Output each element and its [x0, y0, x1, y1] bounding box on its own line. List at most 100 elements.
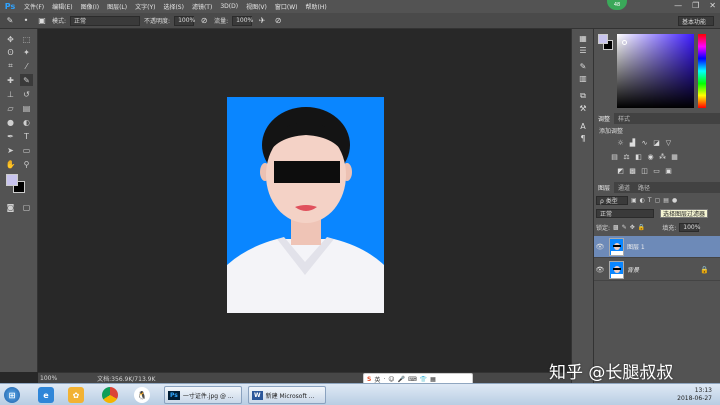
hue-slider[interactable] — [698, 34, 706, 108]
zoom-level[interactable]: 100% — [40, 375, 57, 382]
type-tool-icon[interactable]: T — [20, 130, 33, 142]
workspace-select[interactable]: 基本功能 — [678, 16, 714, 26]
healing-brush-tool-icon[interactable]: ✚ — [4, 74, 17, 86]
curves-icon[interactable]: ∿ — [640, 139, 649, 147]
mode-select[interactable]: 正常 — [70, 15, 141, 26]
lock-pixels-icon[interactable]: ✎ — [622, 224, 627, 231]
eyedropper-tool-icon[interactable]: ⁄ — [20, 60, 33, 72]
skin-icon[interactable]: 👕 — [420, 376, 427, 383]
qq-icon[interactable]: 🐧 — [134, 387, 150, 403]
properties-panel-icon[interactable]: ☰ — [577, 45, 589, 55]
menu-3d[interactable]: 3D(D) — [216, 3, 242, 10]
vibrance-icon[interactable]: ▽ — [664, 139, 673, 147]
move-tool-icon[interactable]: ✥ — [4, 33, 17, 45]
start-button-icon[interactable]: ⊞ — [4, 387, 20, 403]
brush-tool-preset-icon[interactable]: ✎ — [4, 15, 16, 27]
lock-position-icon[interactable]: ✥ — [630, 224, 635, 231]
shape-filter-icon[interactable]: ▢ — [655, 197, 661, 204]
pixel-filter-icon[interactable]: ▣ — [631, 197, 637, 204]
color-saturation-field[interactable] — [617, 34, 694, 108]
threshold-icon[interactable]: ◫ — [640, 167, 649, 175]
pen-tool-icon[interactable]: ✒ — [4, 130, 17, 142]
tab-styles[interactable]: 样式 — [614, 113, 634, 124]
history-panel-icon[interactable]: ▦ — [577, 33, 589, 43]
levels-icon[interactable]: ▟ — [628, 139, 637, 147]
smart-object-filter-icon[interactable]: ▤ — [663, 197, 669, 204]
adjustment-filter-icon[interactable]: ◐ — [640, 197, 645, 204]
task-photoshop[interactable]: Ps 一寸证件.jpg @ ... — [164, 386, 242, 404]
minimize-icon[interactable]: — — [674, 1, 682, 10]
task-word[interactable]: W 新建 Microsoft ... — [248, 386, 326, 404]
shape-tool-icon[interactable]: ▭ — [20, 144, 33, 156]
keyboard-icon[interactable]: ⌨ — [408, 376, 417, 383]
paragraph-panel-icon[interactable]: ¶ — [577, 133, 589, 143]
channel-mixer-icon[interactable]: ⁂ — [658, 153, 667, 161]
crop-tool-icon[interactable]: ⌗ — [4, 60, 17, 72]
pressure-size-icon[interactable]: ⊘ — [272, 15, 284, 27]
color-lookup-icon[interactable]: ▦ — [670, 153, 679, 161]
screen-mode-icon[interactable]: ▢ — [20, 201, 33, 213]
eye-icon[interactable]: 👁 — [594, 243, 606, 251]
hand-tool-icon[interactable]: ✋ — [4, 158, 17, 170]
emoji-icon[interactable]: ☺ — [388, 376, 394, 383]
lasso-tool-icon[interactable]: ʘ — [4, 46, 17, 58]
exposure-icon[interactable]: ◪ — [652, 139, 661, 147]
layer-name[interactable]: 背景 — [627, 265, 639, 274]
menu-image[interactable]: 图像(I) — [77, 2, 103, 11]
brush-size-icon[interactable]: • — [20, 15, 32, 27]
tab-adjustments[interactable]: 调整 — [594, 113, 615, 124]
brush-presets-icon[interactable]: ✎ — [577, 61, 589, 71]
layer-row-1[interactable]: 👁 图层 1 — [594, 236, 720, 258]
menu-type[interactable]: 文字(Y) — [131, 2, 159, 11]
chrome-icon[interactable] — [102, 387, 118, 403]
type-filter-icon[interactable]: T — [648, 197, 652, 204]
tab-paths[interactable]: 路径 — [634, 182, 654, 193]
panel-foreground-swatch[interactable] — [598, 34, 608, 44]
brush-panel-icon[interactable]: ▥ — [577, 73, 589, 83]
gradient-tool-icon[interactable]: ▤ — [20, 102, 33, 114]
quick-select-tool-icon[interactable]: ✦ — [20, 46, 33, 58]
marquee-tool-icon[interactable]: ⬚ — [20, 33, 33, 45]
layer-name[interactable]: 图层 1 — [627, 242, 645, 251]
tab-channels[interactable]: 通道 — [614, 182, 634, 193]
punctuation-icon[interactable]: · — [383, 376, 385, 383]
lock-transparent-icon[interactable]: ▩ — [613, 224, 619, 231]
lock-all-icon[interactable]: 🔒 — [638, 224, 645, 231]
flow-input[interactable]: 100% — [232, 15, 253, 26]
voice-icon[interactable]: 🎤 — [398, 376, 405, 383]
brush-panel-icon[interactable]: ▣ — [36, 15, 48, 27]
menu-view[interactable]: 视图(V) — [242, 2, 271, 11]
eye-icon[interactable]: 👁 — [594, 266, 606, 274]
opacity-input[interactable]: 100% — [174, 15, 195, 26]
layer-kind-filter[interactable]: ρ 类型 — [596, 196, 628, 205]
document-photo[interactable] — [227, 97, 384, 313]
tab-layers[interactable]: 图层 — [594, 182, 615, 193]
menu-edit[interactable]: 编辑(E) — [48, 2, 76, 11]
posterize-icon[interactable]: ▩ — [628, 167, 637, 175]
hue-saturation-icon[interactable]: ▤ — [610, 153, 619, 161]
filter-toggle-icon[interactable]: ● — [672, 197, 677, 204]
sogou-logo-icon[interactable]: S — [367, 376, 371, 383]
layer-row-background[interactable]: 👁 背景 🔒 — [594, 259, 720, 281]
ie-browser-icon[interactable]: e — [38, 387, 54, 403]
invert-icon[interactable]: ◩ — [616, 167, 625, 175]
clone-stamp-tool-icon[interactable]: ⊥ — [4, 88, 17, 100]
path-select-tool-icon[interactable]: ➤ — [4, 144, 17, 156]
dodge-tool-icon[interactable]: ◐ — [20, 116, 33, 128]
fill-input[interactable]: 100% — [679, 223, 700, 232]
menu-help[interactable]: 帮助(H) — [302, 2, 331, 11]
menu-layer[interactable]: 图层(L) — [103, 2, 131, 11]
photo-filter-icon[interactable]: ◉ — [646, 153, 655, 161]
character-panel-icon[interactable]: A — [577, 121, 589, 131]
toolbox-icon[interactable]: ▦ — [430, 376, 436, 383]
restore-icon[interactable]: ❐ — [692, 1, 699, 10]
blend-mode-select[interactable]: 正常 — [596, 209, 654, 218]
pressure-opacity-icon[interactable]: ⊘ — [198, 15, 210, 27]
app-icon[interactable]: ✿ — [68, 387, 84, 403]
system-clock[interactable]: 13:13 2018-06-27 — [677, 387, 712, 403]
foreground-color-swatch[interactable] — [6, 174, 18, 186]
blur-tool-icon[interactable]: ● — [4, 116, 17, 128]
zoom-tool-icon[interactable]: ⚲ — [20, 158, 33, 170]
color-balance-icon[interactable]: ⚖ — [622, 153, 631, 161]
selective-color-icon[interactable]: ▣ — [664, 167, 673, 175]
